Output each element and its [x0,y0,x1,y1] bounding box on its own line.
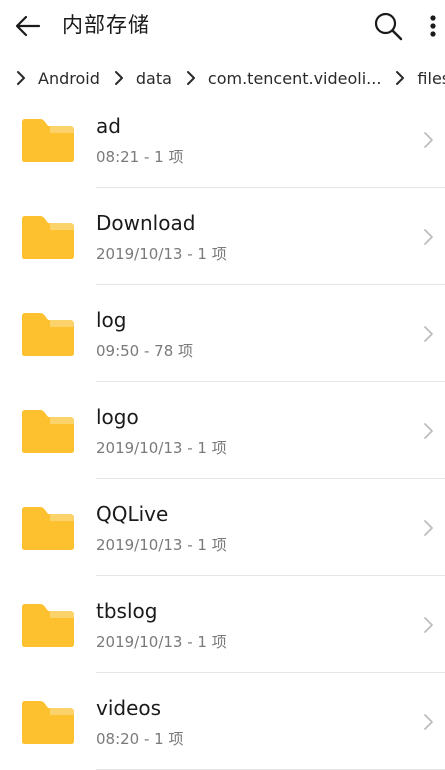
folder-row[interactable]: Download 2019/10/13 - 1 项 [0,188,445,285]
folder-icon [22,216,74,259]
folder-name: videos [96,696,162,720]
folder-name: tbslog [96,599,158,623]
folder-name: Download [96,211,196,235]
breadcrumb-item[interactable]: files [393,69,445,88]
chevron-right-icon [424,326,433,342]
more-vertical-icon [430,15,436,37]
folder-row[interactable]: ad 08:21 - 1 项 [0,91,445,188]
chevron-right-icon [112,69,126,87]
chevron-right-icon [184,69,198,87]
folder-row[interactable]: log 09:50 - 78 项 [0,285,445,382]
chevron-right-icon [424,132,433,148]
breadcrumb-label: data [135,68,172,88]
folder-icon [22,507,74,550]
folder-meta: 2019/10/13 - 1 项 [96,245,227,263]
folder-name: logo [96,405,139,429]
breadcrumb-item[interactable]: data [112,69,172,88]
folder-icon [22,410,74,453]
top-app-bar: 内部存储 [0,0,445,52]
breadcrumb-label: files [417,68,445,88]
chevron-right-icon [424,617,433,633]
folder-meta: 2019/10/13 - 1 项 [96,633,227,651]
search-icon [374,12,403,41]
folder-row[interactable]: QQLive 2019/10/13 - 1 项 [0,479,445,576]
back-button[interactable] [8,6,48,46]
folder-meta: 2019/10/13 - 1 项 [96,536,227,554]
chevron-right-icon [424,423,433,439]
folder-row[interactable]: videos 08:20 - 1 项 [0,673,445,770]
page-title: 内部存储 [62,13,150,37]
folder-icon [22,604,74,647]
search-button[interactable] [368,6,408,46]
folder-meta: 09:50 - 78 项 [96,342,194,360]
breadcrumb-label: com.tencent.videoli... [207,68,382,88]
folder-meta: 2019/10/13 - 1 项 [96,439,227,457]
chevron-right-icon [424,714,433,730]
folder-name: log [96,308,127,332]
folder-icon [22,701,74,744]
folder-row[interactable]: tbslog 2019/10/13 - 1 项 [0,576,445,673]
folder-meta: 08:21 - 1 项 [96,148,184,166]
folder-name: ad [96,114,121,138]
arrow-left-icon [15,15,41,37]
folder-row[interactable]: logo 2019/10/13 - 1 项 [0,382,445,479]
chevron-right-icon [424,520,433,536]
folder-list: ad 08:21 - 1 项 Download 2019/10/13 - 1 项 log… [0,91,445,770]
chevron-right-icon [424,229,433,245]
folder-meta: 08:20 - 1 项 [96,730,184,748]
chevron-right-icon [393,69,407,87]
chevron-right-icon [14,69,28,87]
folder-name: QQLive [96,502,169,526]
breadcrumb-item[interactable]: com.tencent.videoli... [184,68,382,88]
breadcrumb-label: Android [38,68,100,88]
breadcrumb-item[interactable]: Android [14,69,100,88]
more-options-button[interactable] [428,6,445,46]
folder-icon [22,313,74,356]
folder-icon [22,119,74,162]
